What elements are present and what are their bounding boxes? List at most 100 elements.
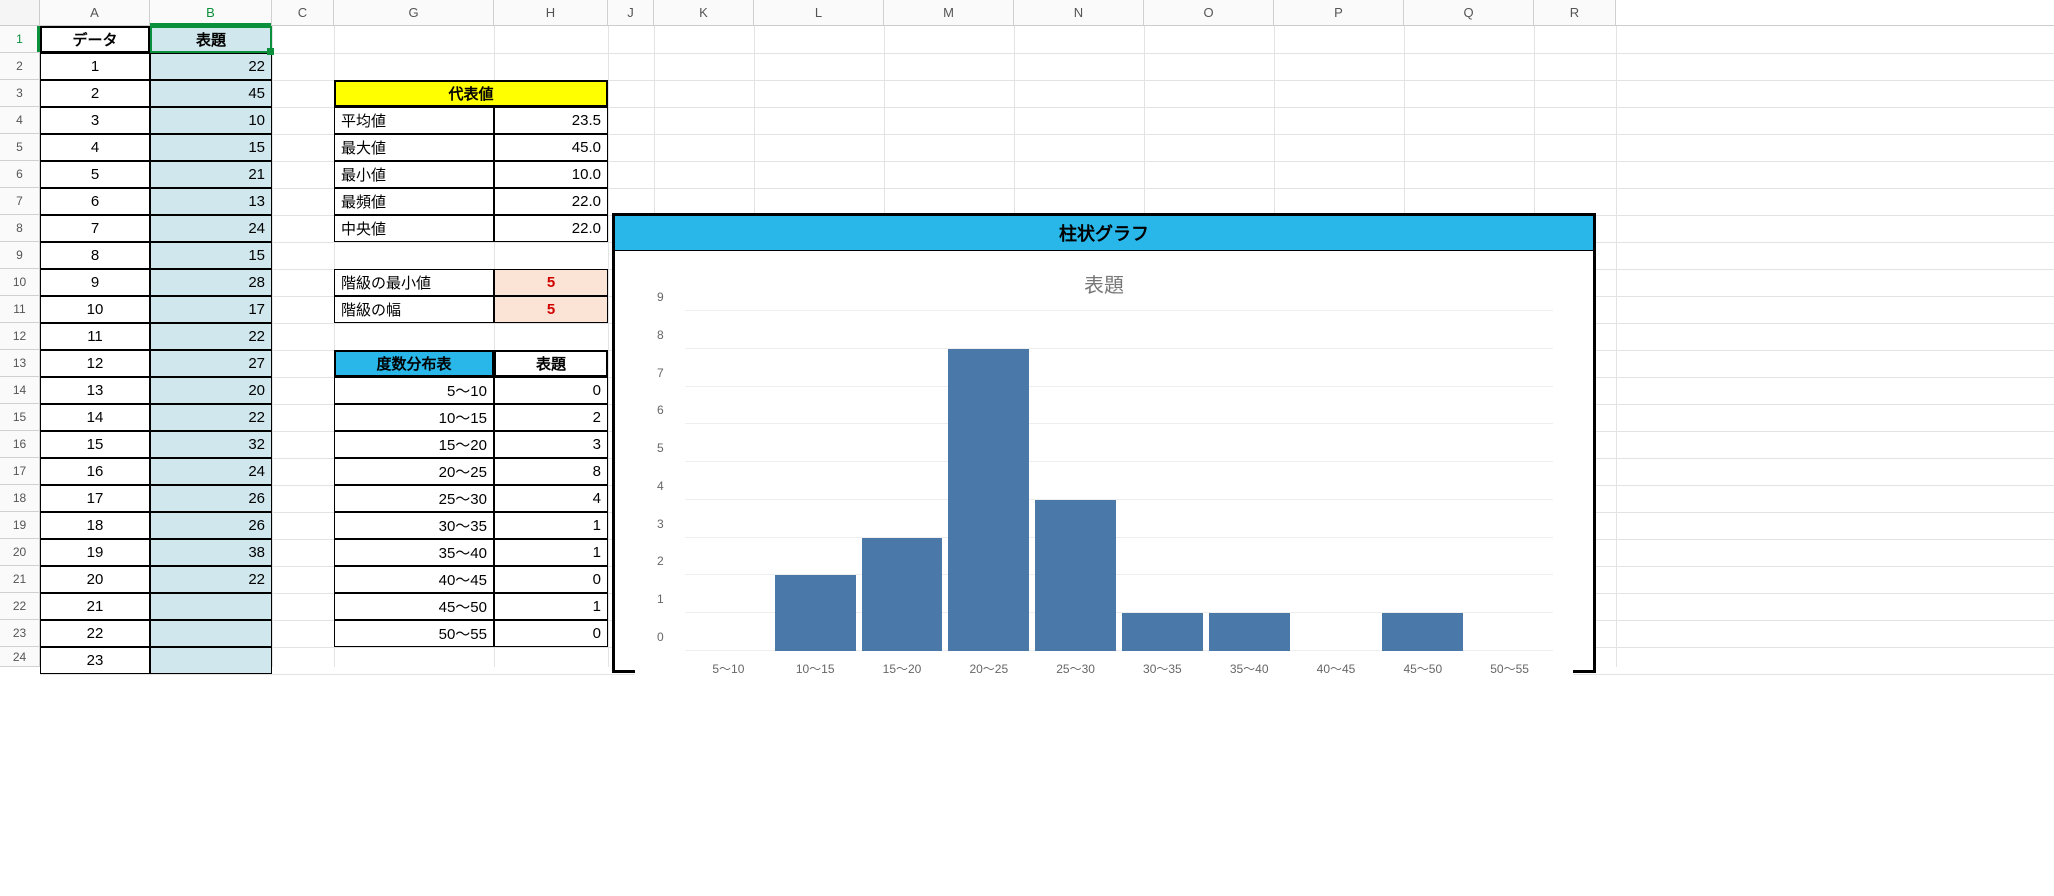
cell-A4[interactable]: 3 xyxy=(40,107,150,134)
row-header-20[interactable]: 20 xyxy=(0,539,40,566)
cell-A9[interactable]: 8 xyxy=(40,242,150,269)
row-header-13[interactable]: 13 xyxy=(0,350,40,377)
select-all-corner[interactable] xyxy=(0,0,40,25)
cell-A10[interactable]: 9 xyxy=(40,269,150,296)
cell-B13[interactable]: 27 xyxy=(150,350,272,377)
cell-B11[interactable]: 17 xyxy=(150,296,272,323)
stats-label-1[interactable]: 最大値 xyxy=(334,134,494,161)
col-header-N[interactable]: N xyxy=(1014,0,1144,25)
cell-B2[interactable]: 22 xyxy=(150,53,272,80)
freq-range-4[interactable]: 25〜30 xyxy=(334,485,494,512)
spreadsheet[interactable]: ABCGHJKLMNOPQR 1234567891011121314151617… xyxy=(0,0,2054,896)
row-header-16[interactable]: 16 xyxy=(0,431,40,458)
cell-A15[interactable]: 14 xyxy=(40,404,150,431)
stats-label-3[interactable]: 最頻値 xyxy=(334,188,494,215)
col-header-M[interactable]: M xyxy=(884,0,1014,25)
freq-count-1[interactable]: 2 xyxy=(494,404,608,431)
col-header-L[interactable]: L xyxy=(754,0,884,25)
row-header-11[interactable]: 11 xyxy=(0,296,40,323)
cell-A24[interactable]: 23 xyxy=(40,647,150,674)
cell-B7[interactable]: 13 xyxy=(150,188,272,215)
stats-value-1[interactable]: 45.0 xyxy=(494,134,608,161)
stats-value-2[interactable]: 10.0 xyxy=(494,161,608,188)
row-header-24[interactable]: 24 xyxy=(0,647,40,667)
row-header-17[interactable]: 17 xyxy=(0,458,40,485)
cell-B24[interactable] xyxy=(150,647,272,674)
cell-A7[interactable]: 6 xyxy=(40,188,150,215)
cell-A13[interactable]: 12 xyxy=(40,350,150,377)
freq-title-left[interactable]: 度数分布表 xyxy=(334,350,494,377)
cell-A5[interactable]: 4 xyxy=(40,134,150,161)
cell-A20[interactable]: 19 xyxy=(40,539,150,566)
cell-A17[interactable]: 16 xyxy=(40,458,150,485)
stats-label-0[interactable]: 平均値 xyxy=(334,107,494,134)
cell-B14[interactable]: 20 xyxy=(150,377,272,404)
cell-B4[interactable]: 10 xyxy=(150,107,272,134)
cell-B5[interactable]: 15 xyxy=(150,134,272,161)
cell-B22[interactable] xyxy=(150,593,272,620)
stats-label-4[interactable]: 中央値 xyxy=(334,215,494,242)
cell-A3[interactable]: 2 xyxy=(40,80,150,107)
cell-B3[interactable]: 45 xyxy=(150,80,272,107)
row-header-19[interactable]: 19 xyxy=(0,512,40,539)
row-header-9[interactable]: 9 xyxy=(0,242,40,269)
freq-range-1[interactable]: 10〜15 xyxy=(334,404,494,431)
cell-A12[interactable]: 11 xyxy=(40,323,150,350)
freq-range-5[interactable]: 30〜35 xyxy=(334,512,494,539)
stats-value-3[interactable]: 22.0 xyxy=(494,188,608,215)
freq-range-7[interactable]: 40〜45 xyxy=(334,566,494,593)
cell-B19[interactable]: 26 xyxy=(150,512,272,539)
row-header-21[interactable]: 21 xyxy=(0,566,40,593)
cell-A8[interactable]: 7 xyxy=(40,215,150,242)
row-header-15[interactable]: 15 xyxy=(0,404,40,431)
row-header-2[interactable]: 2 xyxy=(0,53,40,80)
row-header-3[interactable]: 3 xyxy=(0,80,40,107)
freq-range-6[interactable]: 35〜40 xyxy=(334,539,494,566)
stats-value-0[interactable]: 23.5 xyxy=(494,107,608,134)
cell-A14[interactable]: 13 xyxy=(40,377,150,404)
row-header-5[interactable]: 5 xyxy=(0,134,40,161)
col-header-O[interactable]: O xyxy=(1144,0,1274,25)
freq-count-8[interactable]: 1 xyxy=(494,593,608,620)
cell-B6[interactable]: 21 xyxy=(150,161,272,188)
col-header-A[interactable]: A xyxy=(40,0,150,25)
class-value-1[interactable]: 5 xyxy=(494,296,608,323)
row-header-6[interactable]: 6 xyxy=(0,161,40,188)
cell-A16[interactable]: 15 xyxy=(40,431,150,458)
cell-B9[interactable]: 15 xyxy=(150,242,272,269)
freq-count-0[interactable]: 0 xyxy=(494,377,608,404)
cell-B17[interactable]: 24 xyxy=(150,458,272,485)
col-header-K[interactable]: K xyxy=(654,0,754,25)
chart-container[interactable]: 柱状グラフ 表題 01234567895〜1010〜1515〜2020〜2525… xyxy=(612,213,1596,673)
grid-area[interactable]: データ表題12224531041552161372481592810171122… xyxy=(40,26,2054,667)
cell-A18[interactable]: 17 xyxy=(40,485,150,512)
freq-range-8[interactable]: 45〜50 xyxy=(334,593,494,620)
class-label-0[interactable]: 階級の最小値 xyxy=(334,269,494,296)
cell-A6[interactable]: 5 xyxy=(40,161,150,188)
stats-label-2[interactable]: 最小値 xyxy=(334,161,494,188)
row-header-1[interactable]: 1 xyxy=(0,26,40,53)
row-header-14[interactable]: 14 xyxy=(0,377,40,404)
cell-B20[interactable]: 38 xyxy=(150,539,272,566)
freq-count-2[interactable]: 3 xyxy=(494,431,608,458)
freq-count-7[interactable]: 0 xyxy=(494,566,608,593)
row-header-4[interactable]: 4 xyxy=(0,107,40,134)
row-header-8[interactable]: 8 xyxy=(0,215,40,242)
col-header-H[interactable]: H xyxy=(494,0,608,25)
cell-A21[interactable]: 20 xyxy=(40,566,150,593)
cell-B16[interactable]: 32 xyxy=(150,431,272,458)
cell-B15[interactable]: 22 xyxy=(150,404,272,431)
col-header-J[interactable]: J xyxy=(608,0,654,25)
cell-A2[interactable]: 1 xyxy=(40,53,150,80)
freq-range-0[interactable]: 5〜10 xyxy=(334,377,494,404)
class-label-1[interactable]: 階級の幅 xyxy=(334,296,494,323)
row-header-22[interactable]: 22 xyxy=(0,593,40,620)
cell-B12[interactable]: 22 xyxy=(150,323,272,350)
stats-title[interactable]: 代表値 xyxy=(334,80,608,107)
freq-count-3[interactable]: 8 xyxy=(494,458,608,485)
freq-title-right[interactable]: 表題 xyxy=(494,350,608,377)
header-data[interactable]: データ xyxy=(40,26,150,53)
col-header-B[interactable]: B xyxy=(150,0,272,25)
cell-B21[interactable]: 22 xyxy=(150,566,272,593)
class-value-0[interactable]: 5 xyxy=(494,269,608,296)
